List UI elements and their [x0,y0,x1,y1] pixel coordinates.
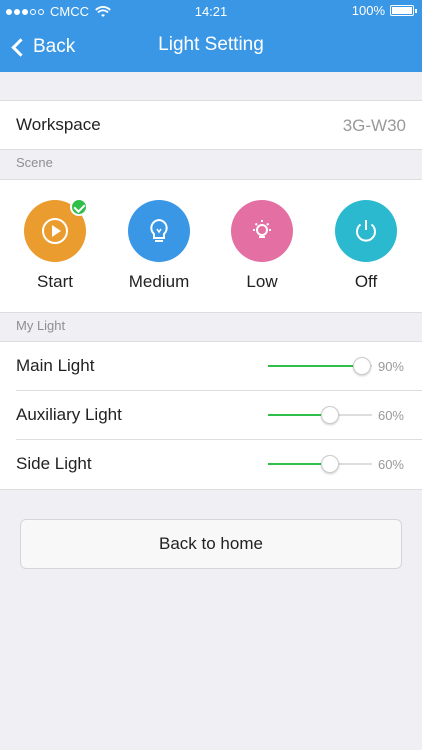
my-light-panel: Main Light 90% Auxiliary Light 60% Side … [0,341,422,490]
power-icon [356,220,376,242]
brightness-slider[interactable] [268,357,372,375]
page-title: Light Setting [158,34,264,55]
light-name: Main Light [16,356,95,375]
scene-medium-button[interactable]: Medium [119,200,199,292]
light-row-auxiliary: Auxiliary Light 60% [0,391,422,440]
scene-medium-label: Medium [128,272,190,291]
status-right: 100% [351,3,417,18]
scene-start-circle [24,198,88,262]
workspace-label: Workspace [16,115,101,134]
navigation-bar: Back Light Setting [0,22,422,72]
top-bar: CMCC 14:21 100% Back Light Setting [0,0,422,72]
scene-low-label: Low [246,272,278,291]
bulb-icon [150,218,168,242]
scene-off-label: Off [354,272,378,291]
brightness-slider[interactable] [268,406,372,424]
light-percent: 60% [377,408,404,423]
slider-knob[interactable] [352,357,371,375]
slider-knob[interactable] [321,406,340,424]
scene-low-circle [231,200,293,262]
light-row-main: Main Light 90% [0,342,422,391]
selected-check-icon [70,198,88,216]
scene-panel: Start Medium Low Off [0,179,422,313]
scene-section-header: Scene [16,155,53,170]
scene-start-button[interactable]: Start [15,198,95,292]
battery-percent: 100% [351,3,385,18]
status-bar: CMCC 14:21 100% [0,0,422,22]
workspace-row[interactable]: Workspace 3G-W30 [0,100,422,150]
light-percent: 90% [377,359,404,374]
battery-icon [390,5,417,16]
brightness-slider[interactable] [268,455,372,473]
slider-knob[interactable] [321,455,340,473]
back-to-home-button[interactable]: Back to home [20,519,402,569]
play-icon [42,218,68,244]
slider-fill [268,365,362,367]
scene-low-button[interactable]: Low [222,200,302,292]
light-row-side: Side Light 60% [0,440,422,489]
scene-off-circle [335,200,397,262]
scene-medium-circle [128,200,190,262]
scene-off-button[interactable]: Off [326,200,406,292]
light-name: Side Light [16,454,92,473]
light-name: Auxiliary Light [16,405,122,424]
scene-start-label: Start [37,272,73,291]
my-light-section-header: My Light [16,318,66,333]
low-light-icon [253,220,271,238]
workspace-value: 3G-W30 [342,116,406,135]
light-percent: 60% [377,457,404,472]
